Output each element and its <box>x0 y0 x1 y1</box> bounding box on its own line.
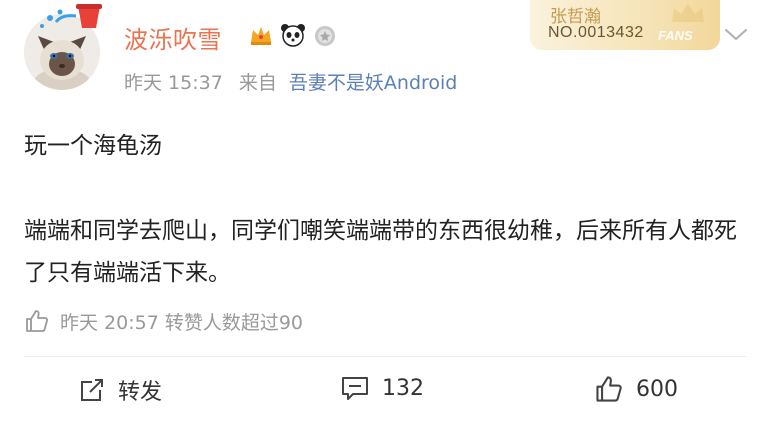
comment-button[interactable]: 132 <box>340 374 424 402</box>
likes-summary-text: 昨天 20:57 转赞人数超过90 <box>60 311 304 334</box>
repost-label: 转发 <box>118 380 163 405</box>
post-text-paragraph: 端端和同学去爬山，同学们嘲笑端端带的东西很幼稚，后来所有人都死了只有端端活下来。 <box>24 218 737 286</box>
panda-icon[interactable] <box>280 22 306 48</box>
action-bar: 转发 132 600 <box>0 368 763 418</box>
like-count: 600 <box>636 376 678 402</box>
crown-badge-icon[interactable] <box>248 22 274 48</box>
comment-count: 132 <box>382 375 424 401</box>
post-text-line1: 玩一个海龟汤 <box>24 133 162 159</box>
post-meta: 昨天 15:37 来自 吾妻不是妖Android <box>124 68 457 95</box>
fans-card-label: FANS <box>658 28 693 43</box>
like-button[interactable]: 600 <box>594 374 678 404</box>
user-badges <box>248 22 338 48</box>
thumbs-up-icon <box>596 376 622 402</box>
chevron-down-icon[interactable] <box>724 26 748 44</box>
post-source-link[interactable]: 吾妻不是妖Android <box>289 72 457 94</box>
comment-icon <box>342 377 368 400</box>
medal-icon[interactable] <box>312 22 338 48</box>
from-label: 来自 <box>238 72 277 94</box>
red-bucket-badge-icon <box>40 4 102 28</box>
weibo-post: 波泺吹雪 昨天 15:37 来自 吾妻不是妖Android 张哲瀚 NO.001… <box>0 0 763 423</box>
repost-button[interactable]: 转发 <box>78 374 162 406</box>
fans-card[interactable]: 张哲瀚 NO.0013432 FANS <box>530 0 720 50</box>
thumbs-up-icon <box>26 310 49 332</box>
divider <box>24 356 746 357</box>
likes-summary: 昨天 20:57 转赞人数超过90 <box>24 307 303 335</box>
repost-icon <box>81 379 103 401</box>
fans-card-number: NO.0013432 <box>548 24 644 41</box>
post-time: 昨天 15:37 <box>124 72 223 94</box>
username[interactable]: 波泺吹雪 <box>124 20 222 55</box>
crown-watermark-icon <box>672 4 704 22</box>
